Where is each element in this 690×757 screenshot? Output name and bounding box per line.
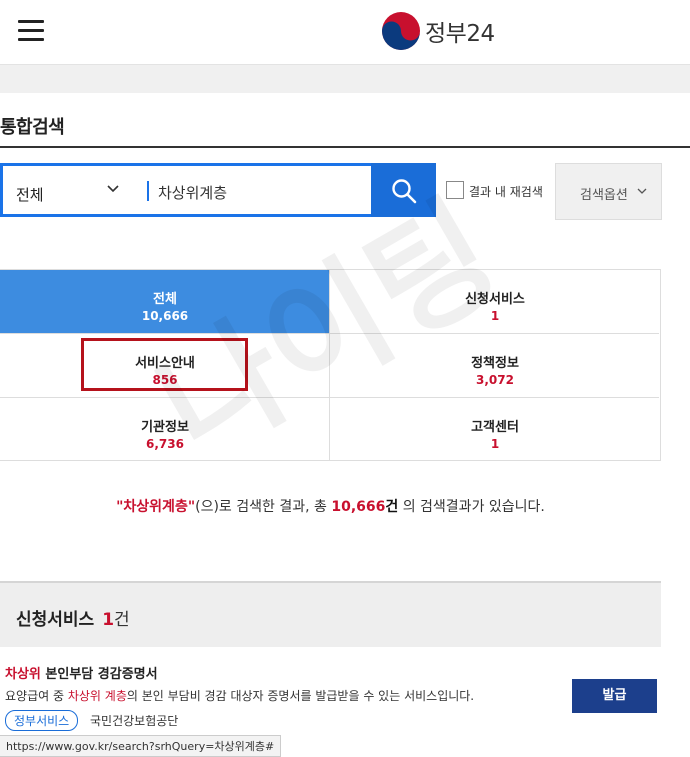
input-divider — [147, 181, 149, 201]
category-apply-service[interactable]: 신청서비스 1 — [330, 270, 660, 334]
result-description: 요양급여 중 차상위 계층의 본인 부담비 경감 대상자 증명서를 발급받을 수… — [5, 687, 474, 704]
top-banner — [0, 65, 690, 93]
search-icon — [392, 179, 417, 204]
category-customer-center[interactable]: 고객센터 1 — [330, 398, 660, 462]
search-button[interactable] — [371, 163, 436, 217]
gov24-logo[interactable]: 정부24 — [381, 11, 495, 51]
search-options-button[interactable]: 검색옵션 — [555, 163, 662, 220]
logo-text: 정부24 — [425, 21, 495, 47]
section-title-text: 신청서비스 — [16, 610, 95, 630]
summary-text-end: 의 검색결과가 있습니다. — [398, 499, 545, 515]
highlight-annotation-box — [81, 338, 248, 391]
status-bar-url: https://www.gov.kr/search?srhQuery=차상위계층… — [0, 735, 282, 757]
section-unit: 건 — [114, 610, 130, 630]
category-name: 전체 — [153, 292, 177, 307]
search-options-label: 검색옵션 — [580, 188, 628, 203]
search-box: 전체 차상위계층 — [0, 163, 371, 217]
result-desc-rest: 의 본인 부담비 경감 대상자 증명서를 발급받을 수 있는 서비스입니다. — [126, 689, 475, 703]
header: 정부24 — [0, 0, 690, 65]
result-title-highlight: 차상위 — [5, 667, 41, 682]
result-desc-prefix: 요양급여 중 — [5, 689, 68, 703]
category-policy-info[interactable]: 정책정보 3,072 — [330, 334, 660, 398]
menu-icon[interactable] — [18, 20, 44, 42]
section-count: 1 — [102, 610, 115, 630]
summary-text: (으)로 검색한 결과, 총 — [195, 499, 332, 515]
category-name: 기관정보 — [141, 420, 189, 435]
government-logo-icon — [382, 12, 420, 50]
summary-query: "차상위계층" — [116, 499, 196, 515]
in-result-checkbox[interactable] — [446, 181, 464, 199]
category-all[interactable]: 전체 10,666 — [0, 270, 330, 334]
summary-total-number: 10,666 — [331, 499, 386, 515]
result-organization: 국민건강보험공단 — [90, 714, 179, 728]
page-title: 통합검색 — [0, 117, 65, 138]
category-name: 고객센터 — [471, 420, 519, 435]
grid-divider — [0, 333, 659, 334]
summary-unit: 건 — [385, 499, 399, 515]
in-result-label[interactable]: 결과 내 재검색 — [469, 183, 543, 200]
category-name: 정책정보 — [471, 356, 519, 371]
category-count: 1 — [490, 437, 500, 451]
search-input[interactable]: 차상위계층 — [158, 182, 227, 203]
result-title-rest: 본인부담 경감증명서 — [40, 667, 158, 682]
category-count: 10,666 — [141, 309, 189, 323]
category-count: 1 — [490, 309, 500, 323]
issue-button[interactable]: 발급 — [572, 679, 657, 713]
category-count: 3,072 — [476, 373, 514, 387]
grid-divider — [329, 270, 330, 460]
service-type-tag: 정부서비스 — [5, 710, 79, 731]
summary-total: 10,666건 — [331, 499, 398, 515]
category-org-info[interactable]: 기관정보 6,736 — [0, 398, 330, 462]
chevron-down-icon — [637, 188, 647, 194]
section-header: 신청서비스 1건 — [0, 581, 661, 647]
result-title-link[interactable]: 차상위 본인부담 경감증명서 — [5, 663, 158, 682]
result-summary: "차상위계층"(으)로 검색한 결과, 총 10,666건 의 검색결과가 있습… — [0, 496, 661, 516]
section-title: 신청서비스 1건 — [16, 605, 130, 630]
scope-select[interactable]: 전체 — [16, 184, 44, 205]
result-desc-highlight: 차상위 계층 — [67, 689, 127, 703]
category-count: 6,736 — [146, 437, 184, 451]
chevron-down-icon[interactable] — [107, 183, 119, 195]
grid-divider — [0, 397, 659, 398]
title-divider — [0, 146, 690, 148]
category-name: 신청서비스 — [465, 292, 525, 307]
